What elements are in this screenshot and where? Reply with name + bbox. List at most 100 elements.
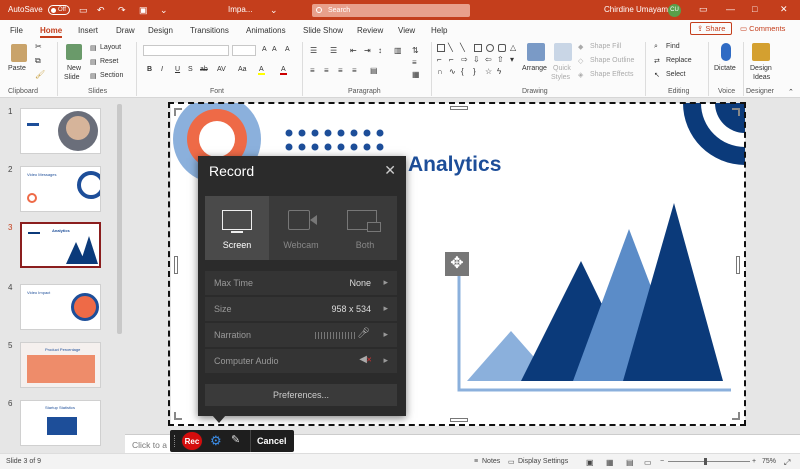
design-ideas-label[interactable]: Design: [750, 65, 772, 72]
computer-audio-row[interactable]: Computer Audio ◀ ✕ ▸: [205, 349, 397, 373]
resize-corner-top-right[interactable]: [732, 108, 740, 116]
gear-icon[interactable]: ⚙: [210, 433, 222, 449]
thumbnail-scrollbar[interactable]: [116, 100, 123, 452]
oval-shape-icon[interactable]: [486, 44, 494, 52]
dictate-button[interactable]: Dictate: [714, 65, 736, 72]
slide-thumbnail-3[interactable]: Analytics: [20, 222, 101, 268]
connector-shape-icon[interactable]: ⌐: [437, 55, 442, 64]
column-layout-icon[interactable]: ▤: [370, 66, 378, 75]
font-size-box[interactable]: [232, 45, 256, 56]
line-spacing-icon[interactable]: ↕: [378, 46, 382, 55]
font-name-box[interactable]: [143, 45, 229, 56]
ribbon-display-icon[interactable]: ▭: [699, 4, 708, 15]
zoom-out-icon[interactable]: −: [660, 458, 664, 465]
max-time-row[interactable]: Max Time None ▸: [205, 271, 397, 295]
cut-icon[interactable]: ✂: [35, 42, 42, 51]
triangle-shape-icon[interactable]: △: [510, 43, 516, 52]
section-button[interactable]: Section: [100, 72, 123, 79]
arrange-icon[interactable]: [527, 43, 545, 61]
star-shape-icon[interactable]: ☆: [485, 67, 492, 76]
curve-shape-icon[interactable]: ∩: [437, 67, 443, 76]
pencil-icon[interactable]: ✎: [231, 433, 240, 446]
decrease-font-icon[interactable]: A: [272, 46, 277, 53]
resize-corner-top-left[interactable]: [174, 108, 182, 116]
present-icon[interactable]: ▣: [139, 5, 148, 16]
change-case-button[interactable]: Aa: [238, 66, 247, 73]
arrow-shape-icon[interactable]: ╲: [460, 43, 465, 52]
quick-styles-label-2[interactable]: Styles: [551, 74, 570, 81]
quick-styles-icon[interactable]: [554, 43, 572, 61]
resize-handle-bottom[interactable]: [450, 418, 468, 422]
replace-button[interactable]: Replace: [666, 57, 692, 64]
slide-thumbnail-5[interactable]: Product Percentage: [20, 342, 101, 388]
share-button[interactable]: ⇪ Share: [690, 22, 733, 35]
mode-screen-button[interactable]: Screen: [205, 196, 269, 260]
undo-icon[interactable]: ↶: [97, 5, 105, 16]
shape-effects-button[interactable]: Shape Effects: [590, 71, 633, 78]
narration-row[interactable]: Narration 🎤︎ ▸: [205, 323, 397, 347]
design-ideas-icon[interactable]: [752, 43, 770, 61]
bullets-icon[interactable]: ☰: [310, 46, 317, 55]
mode-both-button[interactable]: Both: [333, 196, 397, 260]
slideshow-view-icon[interactable]: ▭: [644, 458, 652, 467]
align-center-icon[interactable]: ≡: [324, 66, 329, 75]
paste-icon[interactable]: [11, 44, 27, 62]
tab-insert[interactable]: Insert: [78, 26, 98, 35]
tab-view[interactable]: View: [398, 26, 415, 35]
more-shapes-icon[interactable]: ▾: [510, 55, 514, 64]
right-arrow-shape-icon[interactable]: ⇨: [461, 55, 468, 64]
bold-button[interactable]: B: [147, 66, 152, 73]
tab-help[interactable]: Help: [431, 26, 447, 35]
display-settings-button[interactable]: Display Settings: [518, 458, 568, 465]
columns-icon[interactable]: ▥: [394, 46, 402, 55]
scrollbar-thumb[interactable]: [117, 104, 122, 334]
preferences-button[interactable]: Preferences...: [205, 384, 397, 406]
microphone-icon[interactable]: [721, 43, 731, 61]
slide-thumbnail-2[interactable]: Video Messages: [20, 166, 101, 212]
tab-transitions[interactable]: Transitions: [190, 26, 229, 35]
slide-thumbnail-1[interactable]: [20, 108, 101, 154]
tab-animations[interactable]: Animations: [246, 26, 286, 35]
highlight-button[interactable]: A: [258, 66, 265, 75]
select-button[interactable]: Select: [666, 71, 685, 78]
format-painter-icon[interactable]: 🖌: [35, 70, 45, 79]
save-icon[interactable]: ▭: [79, 5, 88, 16]
tab-slide-show[interactable]: Slide Show: [303, 26, 343, 35]
clear-format-icon[interactable]: A: [285, 46, 290, 53]
brace-right-shape-icon[interactable]: }: [473, 67, 476, 76]
chevron-down-icon[interactable]: ⌄: [270, 5, 278, 16]
zoom-slider-thumb[interactable]: [703, 458, 707, 465]
normal-view-icon[interactable]: ▣: [586, 458, 594, 467]
left-arrow-shape-icon[interactable]: ⇦: [485, 55, 492, 64]
zoom-level[interactable]: 75%: [762, 458, 776, 465]
text-direction-icon[interactable]: ⇅: [412, 46, 419, 55]
strikethrough-button[interactable]: ab: [200, 66, 208, 73]
shape-outline-button[interactable]: Shape Outline: [590, 57, 634, 64]
move-icon[interactable]: ✥: [445, 252, 469, 276]
shape-fill-button[interactable]: Shape Fill: [590, 43, 621, 50]
align-right-icon[interactable]: ≡: [338, 66, 343, 75]
zoom-slider[interactable]: [668, 461, 750, 462]
slide-sorter-icon[interactable]: ▦: [606, 458, 614, 467]
maximize-icon[interactable]: □: [752, 4, 757, 14]
redo-icon[interactable]: ↷: [118, 5, 126, 16]
slide-thumbnail-6[interactable]: Startup Statistics: [20, 400, 101, 446]
resize-corner-bottom-left[interactable]: [174, 412, 182, 420]
tab-draw[interactable]: Draw: [116, 26, 135, 35]
close-icon[interactable]: ✕: [780, 4, 788, 15]
tab-review[interactable]: Review: [357, 26, 383, 35]
increase-indent-icon[interactable]: ⇥: [364, 46, 371, 55]
tab-file[interactable]: File: [10, 26, 23, 35]
shadow-button[interactable]: S: [188, 66, 193, 73]
align-text-icon[interactable]: ≡: [412, 58, 417, 67]
arrange-button[interactable]: Arrange: [522, 65, 547, 72]
increase-font-icon[interactable]: A: [262, 46, 267, 53]
slide-thumbnail-4[interactable]: Video Impact: [20, 284, 101, 330]
up-arrow-shape-icon[interactable]: ⇧: [497, 55, 504, 64]
avatar[interactable]: CU: [668, 4, 681, 17]
spacing-button[interactable]: AV: [217, 66, 226, 73]
fit-to-window-icon[interactable]: ⤢: [784, 458, 790, 468]
layout-button[interactable]: Layout: [100, 44, 121, 51]
bolt-shape-icon[interactable]: ϟ: [497, 67, 501, 76]
resize-corner-bottom-right[interactable]: [732, 412, 740, 420]
